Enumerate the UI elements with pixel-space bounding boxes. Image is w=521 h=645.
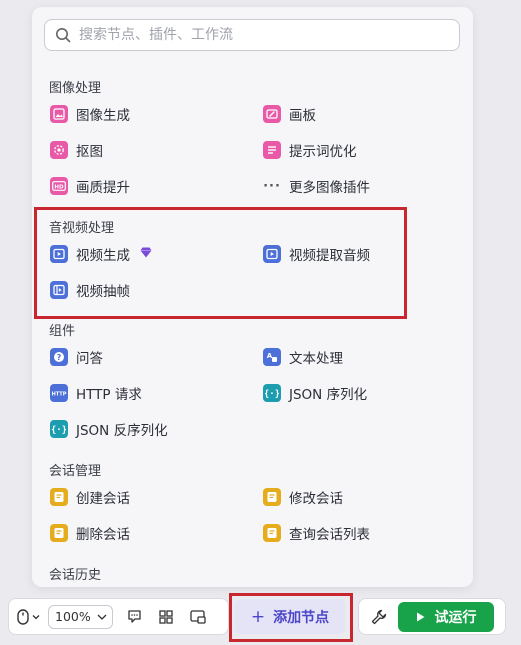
node-text-process[interactable]: A 文本处理 [263, 345, 343, 369]
add-node-panel: 图像处理 图像生成 画板 抠图 提示词优化 HD 画质提升 ··· 更多图像插件… [32, 7, 473, 587]
diamond-icon [140, 246, 152, 262]
test-run-label: 试运行 [434, 610, 477, 626]
node-image-generate[interactable]: 图像生成 [50, 102, 130, 126]
layout-button[interactable] [159, 609, 173, 624]
svg-text:A: A [267, 352, 273, 360]
test-run-button[interactable]: 试运行 [398, 602, 494, 632]
image-icon [50, 105, 68, 123]
svg-text:HD: HD [54, 184, 64, 190]
minimap-icon [190, 609, 206, 624]
add-node-button[interactable]: + 添加节点 [235, 599, 345, 634]
svg-text:?: ? [57, 353, 62, 362]
node-label: 视频提取音频 [289, 248, 370, 264]
search-icon [56, 28, 71, 43]
matting-icon [50, 141, 68, 159]
grid-layout-icon [159, 609, 173, 624]
node-canvas[interactable]: 画板 [263, 102, 316, 126]
section-title-history: 会话历史 [49, 568, 102, 583]
question-icon: ? [50, 348, 68, 366]
node-modify-conversation[interactable]: 修改会话 [263, 485, 343, 509]
http-icon: HTTP [50, 384, 68, 402]
node-label: 图像生成 [76, 108, 130, 124]
canvas-icon [263, 105, 281, 123]
node-label: 修改会话 [289, 491, 343, 507]
node-label: JSON 反序列化 [76, 423, 168, 439]
node-qa[interactable]: ? 问答 [50, 345, 103, 369]
node-label: JSON 序列化 [289, 387, 368, 403]
node-label: 更多图像插件 [289, 180, 370, 196]
debug-tools-button[interactable] [371, 609, 387, 625]
node-delete-conversation[interactable]: 删除会话 [50, 521, 130, 545]
node-hd-upscale[interactable]: HD 画质提升 [50, 174, 130, 198]
wrench-icon [371, 609, 387, 624]
list-icon [263, 141, 281, 159]
text-process-icon: A [263, 348, 281, 366]
node-label: 抠图 [76, 144, 103, 160]
node-prompt-optimize[interactable]: 提示词优化 [263, 138, 357, 162]
node-label: 创建会话 [76, 491, 130, 507]
hd-icon: HD [50, 177, 68, 195]
node-label: 画板 [289, 108, 316, 124]
mouse-icon [17, 608, 29, 625]
node-video-frames[interactable]: 视频抽帧 [50, 278, 130, 302]
node-label: 视频抽帧 [76, 284, 130, 300]
chat-doc-icon [50, 488, 68, 506]
svg-text:{·}: {·} [52, 426, 66, 436]
node-label: HTTP 请求 [76, 387, 142, 403]
node-label: 视频生成 [76, 248, 130, 264]
chat-doc-icon [263, 524, 281, 542]
zoom-select[interactable]: 100% [48, 604, 113, 629]
chat-doc-icon [263, 488, 281, 506]
ellipsis-icon: ··· [263, 178, 281, 194]
comment-icon [128, 610, 141, 623]
node-video-extract-audio[interactable]: 视频提取音频 [263, 242, 370, 266]
node-json-serialize[interactable]: {·} JSON 序列化 [263, 381, 367, 405]
search-input[interactable] [79, 27, 439, 43]
node-label: 删除会话 [76, 527, 130, 543]
video-play-icon [263, 245, 281, 263]
node-label: 问答 [76, 351, 103, 367]
plus-icon: + [250, 606, 266, 627]
node-video-generate[interactable]: 视频生成 [50, 242, 152, 266]
node-label: 提示词优化 [289, 144, 357, 160]
node-more-image-plugins[interactable]: ··· 更多图像插件 [263, 174, 370, 198]
svg-text:{·}: {·} [265, 390, 279, 400]
node-label: 查询会话列表 [289, 527, 370, 543]
chat-doc-icon [50, 524, 68, 542]
svg-text:HTTP: HTTP [52, 391, 67, 397]
section-title-components: 组件 [49, 324, 76, 339]
chevron-down-icon [97, 614, 107, 620]
add-node-label: 添加节点 [273, 609, 330, 626]
node-json-deserialize[interactable]: {·} JSON 反序列化 [50, 417, 168, 441]
node-http-request[interactable]: HTTP HTTP 请求 [50, 381, 142, 405]
comment-button[interactable] [127, 609, 142, 624]
pointer-mode-button[interactable] [17, 608, 40, 625]
section-title-conversation: 会话管理 [49, 464, 102, 479]
film-frame-icon [50, 281, 68, 299]
section-title-audio-video: 音视频处理 [49, 221, 115, 236]
zoom-value: 100% [55, 609, 91, 624]
video-play-icon [50, 245, 68, 263]
section-title-image: 图像处理 [49, 81, 102, 96]
node-list-conversations[interactable]: 查询会话列表 [263, 521, 370, 545]
node-matting[interactable]: 抠图 [50, 138, 103, 162]
minimap-button[interactable] [190, 609, 206, 624]
canvas-toolbar: 100% [8, 598, 229, 635]
braces-icon: {·} [263, 384, 281, 402]
node-label: 画质提升 [76, 180, 130, 196]
play-icon [416, 612, 424, 622]
node-create-conversation[interactable]: 创建会话 [50, 485, 130, 509]
braces-icon: {·} [50, 420, 68, 438]
chevron-down-icon [32, 614, 40, 619]
node-label: 文本处理 [289, 351, 343, 367]
search-box[interactable] [44, 19, 460, 51]
